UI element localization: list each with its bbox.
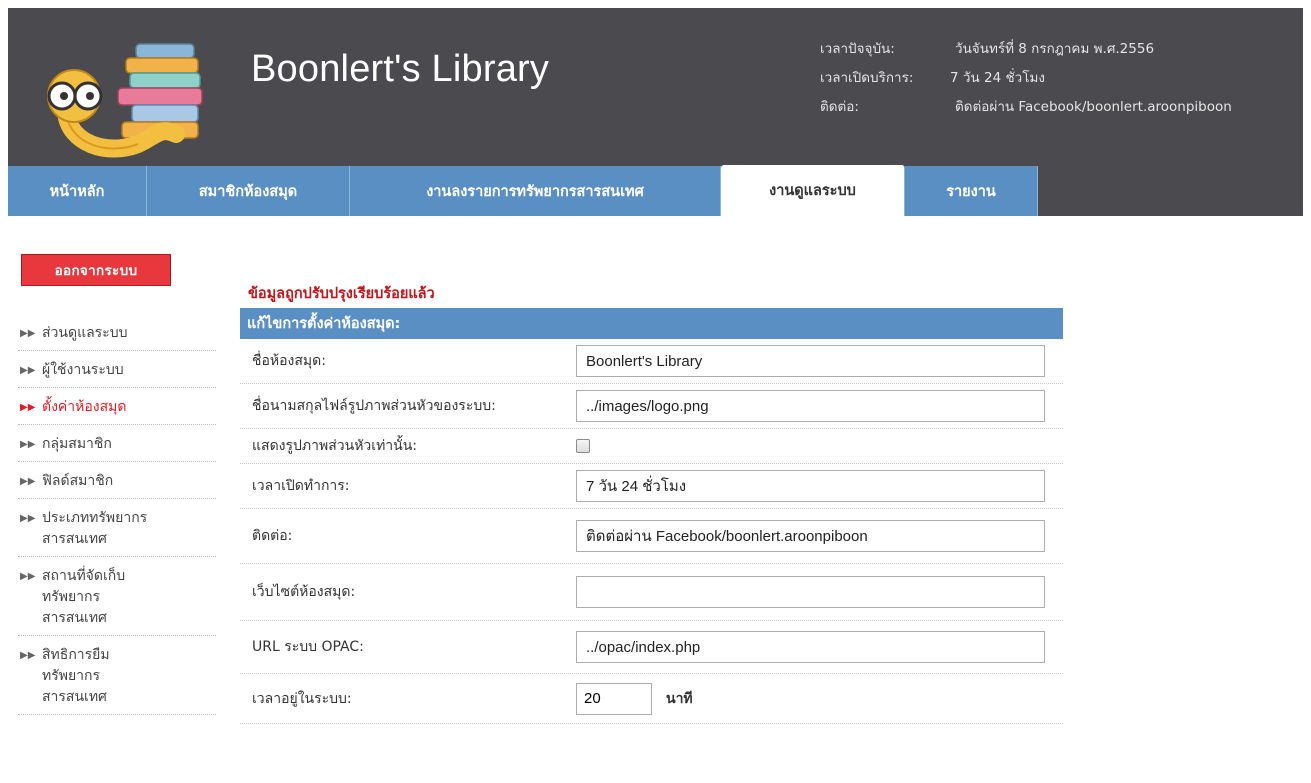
session-time-unit: นาที [666,690,693,707]
chevron-right-icon: ▶▶ [20,650,36,661]
admin-menu: ▶▶ ส่วนดูแลระบบ ▶▶ ผู้ใช้งานระบบ ▶▶ ตั้ง… [18,314,216,715]
sidebar: ออกจากระบบ ▶▶ ส่วนดูแลระบบ ▶▶ ผู้ใช้งานร… [8,231,230,783]
header: Boonlert's Library เวลาปัจจุบัน: วันจันท… [0,0,1311,231]
form-row-opac-url: URL ระบบ OPAC: [240,621,1063,674]
info-label: ติดต่อ: [820,99,859,115]
info-current-time: เวลาปัจจุบัน: วันจันทร์ที่ 8 กรกฎาคม พ.ศ… [820,35,1232,64]
field-label: ชื่อนามสกุลไฟล์รูปภาพส่วนหัวของระบบ: [252,398,496,414]
header-only-checkbox[interactable] [576,439,590,453]
form-row-header-image: ชื่อนามสกุลไฟล์รูปภาพส่วนหัวของระบบ: [240,384,1063,429]
nav-underbar [8,216,1303,231]
sidebar-item-label: กลุ่มสมาชิก [42,436,112,452]
field-label: แสดงรูปภาพส่วนหัวเท่านั้น: [252,438,418,454]
sidebar-item-member-groups[interactable]: ▶▶ กลุ่มสมาชิก [18,425,216,462]
main-nav: หน้าหลัก สมาชิกห้องสมุด งานลงรายการทรัพย… [8,165,1303,216]
info-label: เวลาเปิดบริการ: [820,70,914,86]
form-row-library-name: ชื่อห้องสมุด: [240,339,1063,384]
sidebar-item-label: ผู้ใช้งานระบบ [42,362,124,378]
website-input[interactable] [576,576,1045,608]
status-message: ข้อมูลถูกปรับปรุงเรียบร้อยแล้ว [248,286,435,302]
chevron-right-icon: ▶▶ [20,439,36,450]
tab-administration[interactable]: งานดูแลระบบ [721,165,905,216]
tab-members[interactable]: สมาชิกห้องสมุด [147,166,350,216]
library-logo-icon [47,43,203,158]
form-row-contact: ติดต่อ: [240,509,1063,564]
opening-hours-input[interactable] [576,470,1045,502]
field-label: ติดต่อ: [252,528,293,544]
header-image-input[interactable] [576,390,1045,422]
form-row-website: เว็บไซต์ห้องสมุด: [240,564,1063,621]
field-label: URL ระบบ OPAC: [252,639,364,655]
sidebar-item-library-settings[interactable]: ▶▶ ตั้งค่าห้องสมุด [18,388,216,425]
logout-button[interactable]: ออกจากระบบ [21,254,171,286]
library-name-input[interactable] [576,345,1045,377]
info-label: เวลาปัจจุบัน: [820,41,895,57]
info-value: 7 วัน 24 ชั่วโมง [950,70,1045,86]
form-row-opening-hours: เวลาเปิดทำการ: [240,464,1063,509]
chevron-right-icon: ▶▶ [20,328,36,339]
info-opening-hours: เวลาเปิดบริการ: 7 วัน 24 ชั่วโมง [820,64,1232,93]
opac-url-input[interactable] [576,631,1045,663]
banner: Boonlert's Library เวลาปัจจุบัน: วันจันท… [8,8,1303,166]
info-contact: ติดต่อ: ติดต่อผ่าน Facebook/boonlert.aro… [820,93,1232,122]
info-value: ติดต่อผ่าน Facebook/boonlert.aroonpiboon [955,99,1232,115]
sidebar-item-member-fields[interactable]: ▶▶ ฟิลด์สมาชิก [18,462,216,499]
sidebar-item-label: สิทธิการยืม ทรัพยากร สารสนเทศ [42,647,110,705]
sidebar-item-label: ฟิลด์สมาชิก [42,473,114,489]
chevron-right-icon: ▶▶ [20,365,36,376]
form-row-header-only: แสดงรูปภาพส่วนหัวเท่านั้น: [240,429,1063,464]
sidebar-item-storage-locations[interactable]: ▶▶ สถานที่จัดเก็บ ทรัพยากร สารสนเทศ [18,557,216,636]
sidebar-item-borrowing-rights[interactable]: ▶▶ สิทธิการยืม ทรัพยากร สารสนเทศ [18,636,216,715]
main-content: ข้อมูลถูกปรับปรุงเรียบร้อยแล้ว แก้ไขการต… [230,231,1311,783]
sidebar-item-resource-types[interactable]: ▶▶ ประเภททรัพยากร สารสนเทศ [18,499,216,557]
sidebar-item-label: ประเภททรัพยากร สารสนเทศ [42,510,148,547]
field-label: เว็บไซต์ห้องสมุด: [252,584,356,600]
field-label: ชื่อห้องสมุด: [252,353,326,369]
chevron-right-icon: ▶▶ [20,402,36,413]
chevron-right-icon: ▶▶ [20,571,36,582]
site-title: Boonlert's Library [251,48,550,90]
chevron-right-icon: ▶▶ [20,513,36,524]
sidebar-item-admin-section[interactable]: ▶▶ ส่วนดูแลระบบ [18,314,216,351]
info-value: วันจันทร์ที่ 8 กรกฎาคม พ.ศ.2556 [955,41,1155,57]
sidebar-item-label: สถานที่จัดเก็บ ทรัพยากร สารสนเทศ [42,568,126,626]
tab-cataloging[interactable]: งานลงรายการทรัพยากรสารสนเทศ [350,166,721,216]
tab-reports[interactable]: รายงาน [905,166,1038,216]
header-info: เวลาปัจจุบัน: วันจันทร์ที่ 8 กรกฎาคม พ.ศ… [820,35,1232,122]
settings-form: แก้ไขการตั้งค่าห้องสมุด: ชื่อห้องสมุด: ช… [240,308,1063,724]
form-row-session-time: เวลาอยู่ในระบบ: นาที [240,674,1063,724]
field-label: เวลาเปิดทำการ: [252,478,350,494]
sidebar-item-system-users[interactable]: ▶▶ ผู้ใช้งานระบบ [18,351,216,388]
session-time-input[interactable] [576,682,652,715]
tab-home[interactable]: หน้าหลัก [8,166,147,216]
contact-input[interactable] [576,520,1045,552]
sidebar-item-label: ตั้งค่าห้องสมุด [42,399,127,415]
form-title: แก้ไขการตั้งค่าห้องสมุด: [240,308,1063,339]
sidebar-item-label: ส่วนดูแลระบบ [42,325,128,341]
field-label: เวลาอยู่ในระบบ: [252,690,352,707]
chevron-right-icon: ▶▶ [20,476,36,487]
